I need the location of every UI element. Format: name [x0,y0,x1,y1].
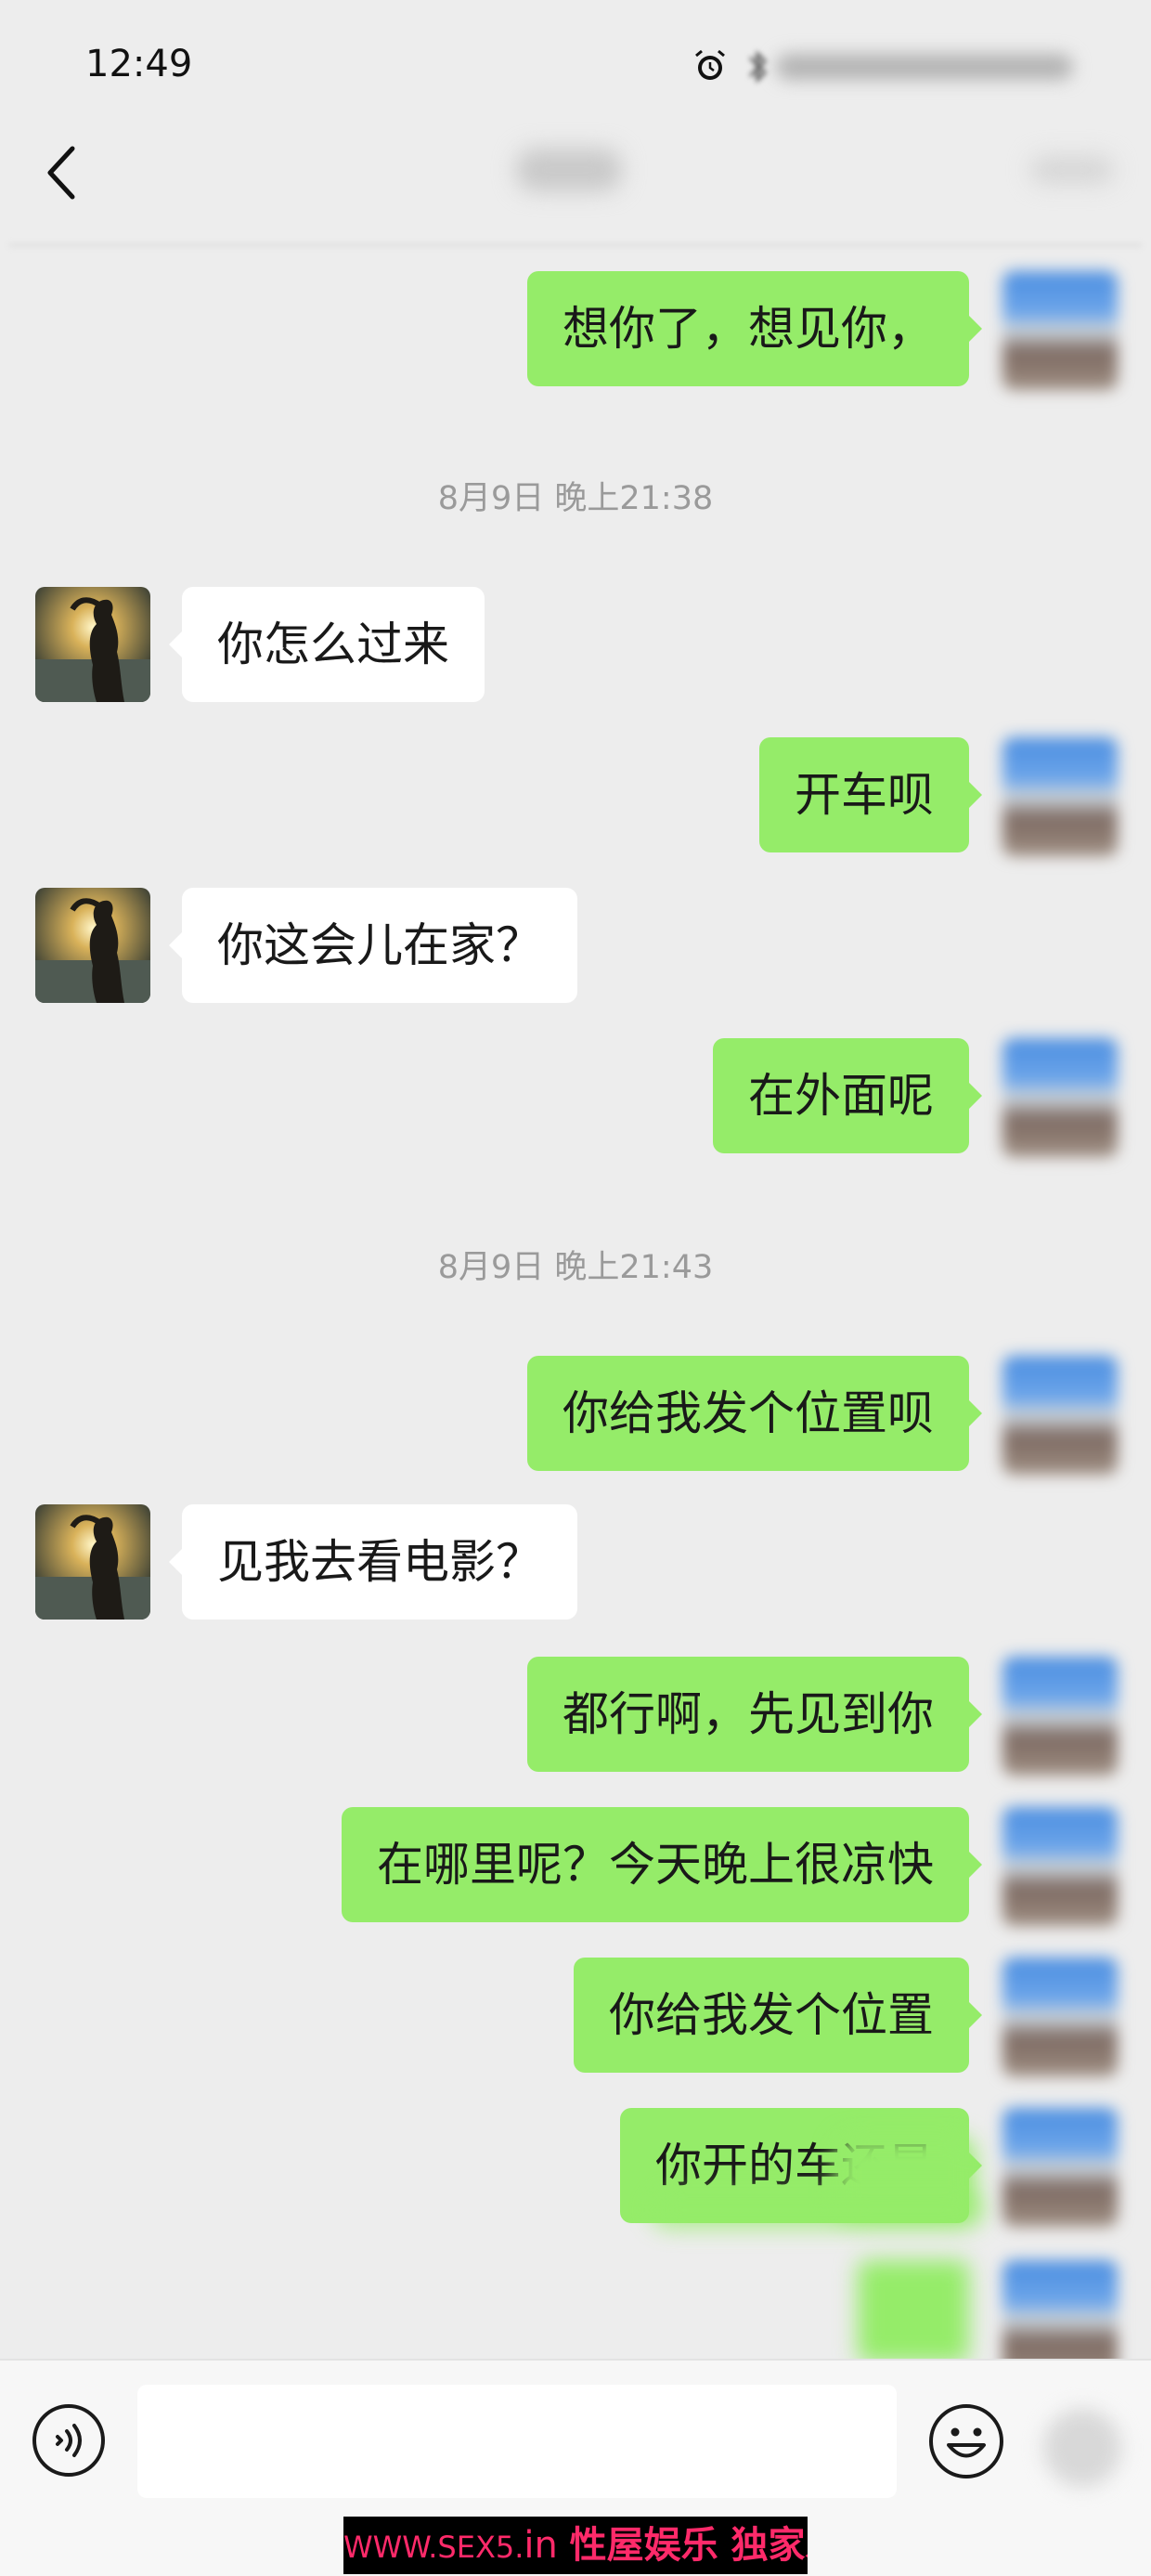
self-avatar[interactable] [1002,1356,1118,1475]
watermark-url: WWW.SEX5. [343,2530,524,2565]
contact-avatar[interactable] [35,1504,150,1620]
emoji-button[interactable] [926,2401,1006,2481]
watermark-text: 性屋娱乐 独家发布 [569,2524,808,2567]
status-bar: 12:49 [0,0,1151,139]
self-avatar[interactable] [1002,1657,1118,1776]
outgoing-message-bubble[interactable]: 你给我发个位置呗 [527,1356,982,1471]
watermark-domain: in [524,2524,558,2567]
self-avatar[interactable] [1002,2108,1118,2227]
message-timestamp: 8月9日 晚上21:38 [437,480,714,517]
incoming-message-bubble[interactable]: 你怎么过来 [169,587,485,702]
contact-avatar[interactable] [35,888,150,1003]
outgoing-message-bubble[interactable]: 在外面呢 [713,1038,982,1153]
outgoing-message-bubble-blurred[interactable] [858,2260,969,2362]
status-indicators-blurred [776,54,1073,80]
outgoing-message-bubble[interactable]: 开车呗 [759,737,982,852]
outgoing-message-bubble[interactable]: 都行啊，先见到你 [527,1657,982,1772]
outgoing-message-bubble[interactable]: 你给我发个位置 [574,1958,982,2073]
emoji-icon [929,2404,1003,2478]
outgoing-message-bubble[interactable]: 在哪里呢？今天晚上很凉快 [342,1807,982,1922]
header-divider [9,243,1142,247]
self-avatar[interactable] [1002,1807,1118,1926]
more-options-button[interactable] [1030,156,1114,184]
incoming-message-bubble[interactable]: 见我去看电影？ [169,1504,577,1620]
status-time: 12:49 [85,43,193,85]
message-input[interactable] [137,2385,897,2498]
incoming-message-bubble[interactable]: 你这会儿在家？ [169,888,577,1003]
chat-title [516,149,622,191]
blurred-text-overlay [650,2192,984,2229]
self-avatar[interactable] [1002,1958,1118,2076]
status-icons [692,45,1082,89]
self-avatar[interactable] [1002,271,1118,390]
watermark-banner: WWW.SEX5.in 性屋娱乐 独家发布 [343,2517,808,2574]
message-timestamp: 8月9日 晚上21:43 [437,1249,714,1286]
plus-button[interactable] [1043,2409,1121,2487]
voice-icon [56,2424,82,2457]
self-avatar[interactable] [1002,1038,1118,1157]
bluetooth-icon [748,50,768,84]
chevron-left-icon [47,146,75,200]
contact-avatar[interactable] [35,587,150,702]
outgoing-message-bubble[interactable]: 想你了，想见你， [527,271,982,386]
alarm-icon [695,49,725,80]
voice-button[interactable] [30,2401,108,2479]
self-avatar[interactable] [1002,737,1118,856]
back-button[interactable] [37,139,84,204]
